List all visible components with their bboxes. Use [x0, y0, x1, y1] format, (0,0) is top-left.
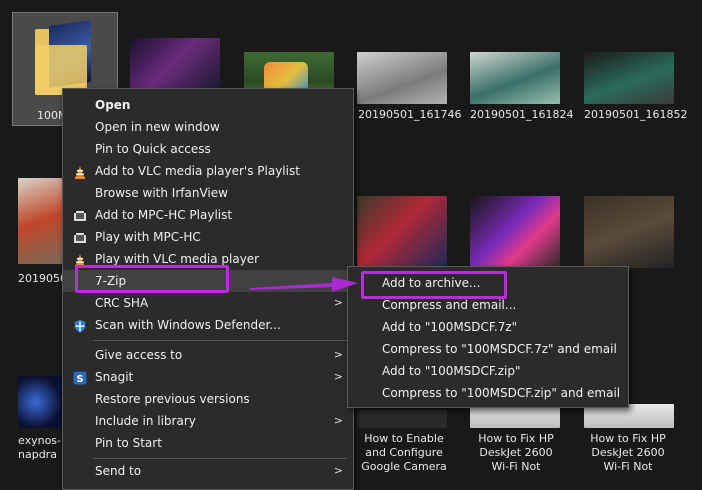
annotation-arrow-icon	[250, 277, 358, 292]
vlc-cone-icon	[73, 252, 87, 267]
thumbnail-image[interactable]	[584, 196, 674, 268]
thumbnail-caption: exynos- napdra	[18, 434, 61, 462]
menu-item-vlc-playlist[interactable]: Add to VLC media player's Playlist	[63, 160, 353, 182]
submenu-item-compress-zip-email[interactable]: Compress to "100MSDCF.zip" and email	[348, 382, 628, 404]
thumbnail-image[interactable]	[470, 196, 560, 268]
menu-item-label: Play with MPC-HC	[95, 230, 201, 244]
highlight-add-to-archive-outline	[361, 271, 507, 299]
menu-item-label: Pin to Start	[95, 436, 162, 450]
menu-item-label: Include in library	[95, 414, 196, 428]
menu-item-open[interactable]: Open	[63, 94, 353, 116]
menu-item-irfanview[interactable]: Browse with IrfanView	[63, 182, 353, 204]
caption-line: How to Fix HP	[478, 432, 554, 445]
menu-item-label: Snagit	[95, 370, 134, 384]
menu-separator	[93, 340, 347, 341]
thumbnail-caption: 20190501_161852	[584, 108, 688, 121]
menu-item-mpc-playlist[interactable]: Add to MPC-HC Playlist	[63, 204, 353, 226]
menu-item-snagit[interactable]: S Snagit >	[63, 366, 353, 388]
menu-item-label: Scan with Windows Defender...	[95, 318, 281, 332]
thumbnail-caption: 2019050	[18, 272, 67, 285]
menu-item-label: Add to "100MSDCF.7z"	[382, 320, 518, 334]
menu-item-label: CRC SHA	[95, 296, 149, 310]
caption-line: Wi-Fi Not	[491, 460, 541, 473]
menu-item-open-new-window[interactable]: Open in new window	[63, 116, 353, 138]
menu-item-include-library[interactable]: Include in library >	[63, 410, 353, 432]
menu-item-windows-defender[interactable]: Scan with Windows Defender...	[63, 314, 353, 336]
menu-separator	[93, 458, 347, 459]
highlight-7zip-outline	[75, 265, 229, 293]
thumbnail-image[interactable]	[470, 52, 560, 104]
thumbnail-caption: How to Fix HP DeskJet 2600 Wi-Fi Not	[580, 432, 676, 474]
caption-line: and Configure	[365, 446, 443, 459]
thumbnail-image[interactable]	[584, 52, 674, 104]
submenu-item-add-7z[interactable]: Add to "100MSDCF.7z"	[348, 316, 628, 338]
thumbnail-caption: 20190501_161824	[470, 108, 574, 121]
thumbnail-image[interactable]	[357, 52, 447, 104]
menu-item-label: Open in new window	[95, 120, 220, 134]
menu-item-label: Give access to	[95, 348, 183, 362]
thumbnail-image[interactable]	[18, 376, 62, 428]
caption-line: DeskJet 2600	[479, 446, 553, 459]
chevron-right-icon: >	[333, 370, 343, 383]
menu-item-label: Open	[95, 98, 131, 112]
thumbnail-caption: How to Fix HP DeskJet 2600 Wi-Fi Not	[468, 432, 564, 474]
submenu-item-compress-7z-email[interactable]: Compress to "100MSDCF.7z" and email	[348, 338, 628, 360]
thumbnail-caption: How to Enable and Configure Google Camer…	[356, 432, 452, 474]
menu-item-pin-start[interactable]: Pin to Start	[63, 432, 353, 454]
caption-line: Google Camera	[361, 460, 447, 473]
mpc-film-icon	[73, 208, 87, 222]
menu-item-send-to[interactable]: Send to >	[63, 460, 353, 482]
menu-item-label: Browse with IrfanView	[95, 186, 228, 200]
thumbnail-caption: 20190501_161746	[358, 108, 462, 121]
snagit-icon: S	[73, 370, 87, 385]
menu-item-play-mpc[interactable]: Play with MPC-HC	[63, 226, 353, 248]
menu-item-restore-versions[interactable]: Restore previous versions	[63, 388, 353, 410]
caption-line: How to Fix HP	[590, 432, 666, 445]
menu-item-label: Add to MPC-HC Playlist	[95, 208, 233, 222]
menu-item-label: Compress to "100MSDCF.zip" and email	[382, 386, 621, 400]
caption-line: napdra	[18, 448, 57, 461]
menu-item-label: Restore previous versions	[95, 392, 250, 406]
caption-line: Wi-Fi Not	[603, 460, 653, 473]
caption-line: How to Enable	[364, 432, 444, 445]
menu-item-label: Add to "100MSDCF.zip"	[382, 364, 521, 378]
menu-item-label: Pin to Quick access	[95, 142, 211, 156]
menu-item-label: Send to	[95, 464, 142, 478]
chevron-right-icon: >	[333, 348, 343, 361]
thumbnail-image[interactable]	[357, 410, 447, 428]
menu-item-pin-quick-access[interactable]: Pin to Quick access	[63, 138, 353, 160]
caption-line: DeskJet 2600	[591, 446, 665, 459]
chevron-right-icon: >	[333, 414, 343, 427]
folder-icon	[35, 20, 93, 95]
chevron-right-icon: >	[333, 464, 343, 477]
menu-item-give-access[interactable]: Give access to >	[63, 344, 353, 366]
submenu-item-add-zip[interactable]: Add to "100MSDCF.zip"	[348, 360, 628, 382]
defender-shield-icon	[73, 318, 87, 333]
thumbnail-image[interactable]	[18, 178, 62, 264]
caption-line: exynos-	[18, 434, 61, 447]
mpc-film-icon	[73, 230, 87, 244]
menu-item-label: Add to VLC media player's Playlist	[95, 164, 300, 178]
thumbnail-image[interactable]	[357, 196, 447, 268]
svg-text:S: S	[76, 374, 83, 385]
vlc-cone-icon	[73, 164, 87, 179]
menu-item-label: Compress to "100MSDCF.7z" and email	[382, 342, 617, 356]
